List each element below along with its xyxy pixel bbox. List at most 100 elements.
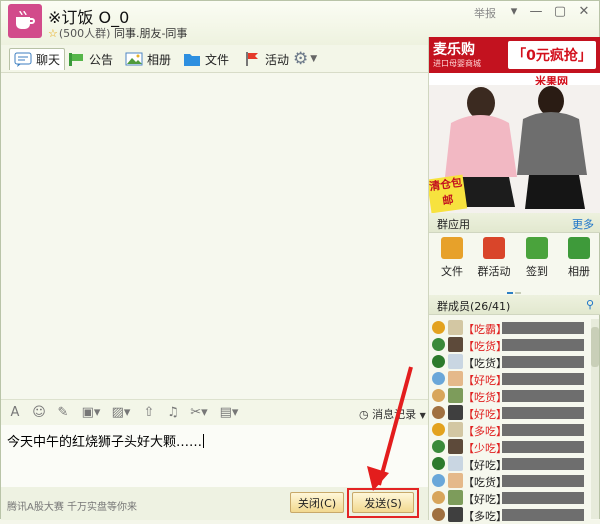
scrollbar-thumb[interactable] [591, 327, 599, 367]
chat-history[interactable] [1, 73, 428, 399]
clock-icon: ◷ [359, 408, 369, 421]
chevron-down-icon: ▼ [419, 411, 426, 420]
report-link[interactable]: 举报 [474, 5, 496, 21]
member-list-scrollbar[interactable] [591, 319, 599, 519]
member-avatar [448, 422, 463, 437]
checkin-icon [526, 237, 548, 259]
close-window-button[interactable]: ✕ [575, 3, 593, 21]
member-row[interactable]: 【吃货】 [429, 387, 589, 405]
member-row[interactable]: 【吃货】 [429, 353, 589, 371]
minimize-button[interactable]: — [527, 3, 545, 21]
member-name-redacted [502, 441, 584, 453]
member-name-redacted [502, 475, 584, 487]
search-icon[interactable]: ⚲ [586, 298, 594, 311]
coffee-cup-icon [16, 10, 35, 29]
member-avatar [448, 354, 463, 369]
app-album[interactable]: 相册 [559, 237, 599, 279]
chat-icon [14, 52, 32, 67]
member-status-icon [432, 355, 445, 368]
member-tag: 【吃霸】 [463, 323, 507, 336]
scissors-icon[interactable]: ✂▾ [187, 405, 211, 421]
more-icon[interactable]: ▤▾ [217, 405, 241, 421]
screen-capture-icon[interactable]: ▣▾ [79, 405, 103, 421]
gear-icon: ⚙ [293, 49, 309, 69]
member-name-redacted [502, 424, 584, 436]
group-apps-header: 群应用 更多 [429, 213, 600, 233]
app-checkin[interactable]: 签到 [517, 237, 557, 279]
album-app-icon [568, 237, 590, 259]
tab-album[interactable]: 相册 [125, 48, 171, 70]
member-row[interactable]: 【少吃】 [429, 438, 589, 456]
ad-banner[interactable]: 麦乐购 进口母婴商城 「0元疯抢」 米果网 清仓包邮 [429, 37, 600, 213]
app-group-activity-label: 群活动 [477, 265, 511, 278]
member-tag: 【吃货】 [463, 340, 507, 353]
member-avatar [448, 473, 463, 488]
member-avatar [448, 388, 463, 403]
member-avatar [448, 337, 463, 352]
settings-menu[interactable]: ⚙ ▼ [293, 48, 317, 70]
app-album-label: 相册 [568, 265, 590, 278]
chevron-down-icon: ▼ [310, 54, 318, 64]
group-avatar[interactable] [8, 4, 42, 38]
member-row[interactable]: 【吃货】 [429, 472, 589, 490]
dropdown-icon[interactable]: ▾ [505, 3, 523, 21]
member-tag: 【吃货】 [463, 357, 507, 370]
message-input[interactable]: 今天中午的红烧狮子头好大颗…… [1, 425, 428, 487]
group-info: ☆(500人群) 同事.朋友-同事 [48, 25, 187, 41]
member-row[interactable]: 【好吃】 [429, 404, 589, 422]
group-apps-title: 群应用 [437, 218, 470, 231]
font-icon[interactable]: A [7, 405, 23, 421]
app-group-activity[interactable]: 群活动 [472, 237, 516, 279]
member-tag: 【好吃】 [463, 408, 507, 421]
ad-headline: 「0元疯抢」 [508, 41, 596, 69]
member-name-redacted [502, 322, 584, 334]
member-row[interactable]: 【好吃】 [429, 455, 589, 473]
member-avatar [448, 456, 463, 471]
member-row[interactable]: 【好吃】 [429, 370, 589, 388]
image-icon[interactable]: ▨▾ [109, 405, 133, 421]
member-row[interactable]: 【多吃】 [429, 506, 589, 524]
message-input-text: 今天中午的红烧狮子头好大颗…… [7, 431, 205, 450]
tab-album-label: 相册 [147, 52, 172, 67]
members-title: 群成员(26/41) [437, 300, 511, 313]
member-row[interactable]: 【多吃】 [429, 421, 589, 439]
members-header: 群成员(26/41) ⚲ [429, 295, 600, 315]
member-status-icon [432, 474, 445, 487]
maximize-button[interactable]: ▢ [551, 3, 569, 21]
close-button[interactable]: 关闭(C) [290, 492, 344, 513]
ad-text-link[interactable]: 腾讯A股大赛 千万实盘等你来 [7, 498, 137, 513]
send-button[interactable]: 发送(S) [352, 492, 414, 513]
ad-top-strip: 麦乐购 进口母婴商城 「0元疯抢」 [429, 37, 600, 73]
tab-announcement-label: 公告 [89, 52, 114, 67]
announcement-icon [69, 53, 83, 66]
member-status-icon [432, 321, 445, 334]
music-icon[interactable]: ♫ [165, 405, 181, 421]
member-avatar [448, 405, 463, 420]
group-tags[interactable]: 同事.朋友-同事 [114, 27, 187, 40]
member-status-icon [432, 372, 445, 385]
upload-icon[interactable]: ⇧ [141, 405, 157, 421]
emoji-icon[interactable]: ☺ [31, 405, 47, 421]
right-panel: 麦乐购 进口母婴商城 「0元疯抢」 米果网 清仓包邮 群应用 更多 文件 群活动… [428, 37, 600, 523]
member-row[interactable]: 【好吃】 [429, 489, 589, 507]
app-file[interactable]: 文件 [432, 237, 472, 279]
member-name-redacted [502, 339, 584, 351]
apps-page-indicator[interactable] [507, 283, 529, 294]
tab-activity[interactable]: 活动 [243, 48, 289, 70]
message-history-button[interactable]: ◷ 消息记录 ▼ [359, 406, 426, 422]
magic-icon[interactable]: ✎ [55, 405, 71, 421]
ad-brand: 麦乐购 [433, 42, 475, 58]
group-activity-icon [483, 237, 505, 259]
member-name-redacted [502, 390, 584, 402]
tab-file[interactable]: 文件 [183, 48, 229, 70]
folder-icon [184, 54, 200, 66]
member-tag: 【吃货】 [463, 391, 507, 404]
member-row[interactable]: 【吃霸】 [429, 319, 589, 337]
member-tag: 【好吃】 [463, 493, 507, 506]
member-avatar [448, 490, 463, 505]
group-apps-more-link[interactable]: 更多 [572, 216, 594, 232]
member-row[interactable]: 【吃货】 [429, 336, 589, 354]
member-status-icon [432, 508, 445, 521]
tab-chat[interactable]: 聊天 [9, 48, 66, 70]
tab-announcement[interactable]: 公告 [67, 48, 113, 70]
